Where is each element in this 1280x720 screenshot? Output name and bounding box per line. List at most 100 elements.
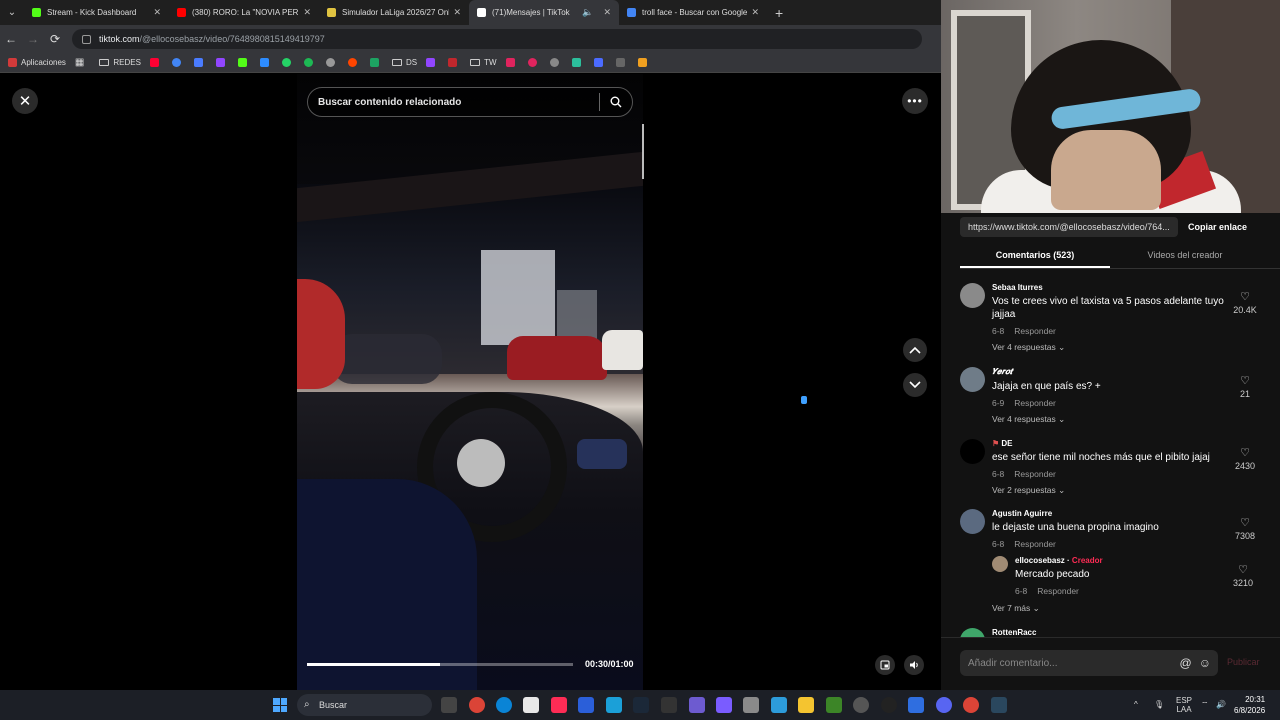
copy-link-button[interactable]: Copiar enlace [1188,222,1247,232]
view-replies-link[interactable]: Ver 2 respuestas [992,485,1056,495]
view-replies-link[interactable]: Ver 4 respuestas [992,414,1056,424]
app-icon[interactable] [771,697,787,713]
bookmark-folder-tw[interactable]: TW [470,58,497,67]
new-tab-button[interactable]: + [775,5,783,21]
translate-bookmark-icon[interactable] [193,58,203,67]
tab-comments[interactable]: Comentarios (523) [960,245,1110,268]
discord-icon[interactable] [936,697,952,713]
close-tab-icon[interactable]: ✕ [303,7,311,18]
avatar[interactable] [960,439,985,464]
bookmark-icon[interactable] [549,58,559,67]
avatar[interactable] [992,556,1008,572]
browser-tab[interactable]: (380) RORO: La "NOVIA PERFEC ✕ [169,0,319,25]
avatar[interactable] [960,283,985,308]
search-button[interactable] [600,96,632,108]
bookmark-icon[interactable] [325,58,335,67]
browser-tab[interactable]: Simulador LaLiga 2026/27 Onli ✕ [319,0,469,25]
chevron-up-icon[interactable]: ^ [1134,700,1138,709]
app-icon[interactable] [578,697,594,713]
bookmark-icon[interactable] [593,58,603,67]
bookmark-icon[interactable] [369,58,379,67]
bookmark-folder-redes[interactable]: REDES [99,58,141,67]
bookmark-apps[interactable]: Aplicaciones [8,58,66,67]
like-button[interactable]: ♡ 21 [1225,375,1265,399]
bookmark-icon[interactable] [615,58,625,67]
twitch-bookmark-icon[interactable] [426,58,436,67]
publish-button[interactable]: Publicar [1227,657,1260,667]
comment-author[interactable]: Sebaa Iturres [992,283,1240,292]
browser-tab[interactable]: Stream - Kick Dashboard ✕ [24,0,169,25]
close-tab-icon[interactable]: ✕ [751,7,759,18]
app-icon[interactable] [689,697,705,713]
avatar[interactable] [960,628,985,637]
close-tab-icon[interactable]: ✕ [453,7,461,18]
browser-tab-active[interactable]: (71)Mensajes | TikTok 🔈 ✕ [469,0,619,25]
comment-author[interactable]: RottenRacc [992,628,1240,637]
capcut-icon[interactable] [523,697,539,713]
like-button[interactable]: ♡ 7308 [1225,517,1265,541]
bookmark-icon[interactable] [448,58,458,67]
chrome-icon[interactable] [469,697,485,713]
bookmark-icon[interactable] [259,58,269,67]
tab-search-button[interactable]: ⌄ [0,7,24,18]
bookmark-icon[interactable] [505,58,515,67]
mute-tab-icon[interactable]: 🔈 [582,7,593,18]
comment-author[interactable]: 𝒀𝒆𝒓𝒐𝒕 [992,367,1240,377]
app-icon[interactable] [716,697,732,713]
system-clock[interactable]: 20:31 6/8/2026 [1234,694,1265,716]
previous-video-button[interactable] [903,338,927,362]
twitch-bookmark-icon[interactable] [215,58,225,67]
comment-author[interactable]: ellocosebasz · Creador [1015,556,1225,565]
browser-tab[interactable]: troll face - Buscar con Google ✕ [619,0,767,25]
app-icon[interactable] [908,697,924,713]
comment-input[interactable] [960,650,1180,676]
next-video-button[interactable] [903,373,927,397]
video-scrollbar[interactable] [642,124,644,179]
volume-button[interactable] [904,655,924,675]
bookmark-folder-ds[interactable]: DS [391,58,417,67]
calculator-icon[interactable] [743,697,759,713]
app-icon[interactable] [661,697,677,713]
like-button[interactable]: ♡ 20.4K [1225,291,1265,315]
like-button[interactable]: ♡ 3210 [1223,564,1263,588]
reply-button[interactable]: Responder [1014,398,1056,408]
wifi-icon[interactable]: ⌔ [1201,700,1209,709]
apps-grid-button[interactable]: ▦ [75,57,84,68]
mention-icon[interactable]: @ [1180,656,1192,670]
reply-button[interactable]: Responder [1014,539,1056,549]
more-options-button[interactable]: ••• [902,88,928,114]
url-bar[interactable]: tiktok.com /@ellocosebasz/video/76489808… [72,29,922,49]
language-indicator[interactable]: ESP LAA [1176,696,1192,714]
reload-button[interactable]: ⟳ [44,32,66,46]
file-explorer-icon[interactable] [798,697,814,713]
bookmark-icon[interactable] [571,58,581,67]
chrome-icon[interactable] [963,697,979,713]
related-search-input[interactable] [308,88,599,116]
close-tab-icon[interactable]: ✕ [153,7,161,18]
minecraft-icon[interactable] [826,697,842,713]
reddit-bookmark-icon[interactable] [347,58,357,67]
microphone-icon[interactable]: 🎙 [1154,700,1164,709]
bookmark-icon[interactable] [637,58,647,67]
close-tab-icon[interactable]: ✕ [603,7,611,18]
reply-button[interactable]: Responder [1037,586,1079,596]
avatar[interactable] [960,367,985,392]
close-video-button[interactable]: ✕ [12,88,38,114]
kick-bookmark-icon[interactable] [237,58,247,67]
forward-button[interactable]: → [22,32,44,46]
tiktok-icon[interactable] [551,697,567,713]
site-info-icon[interactable] [82,34,91,44]
back-button[interactable]: ← [0,32,22,46]
emoji-icon[interactable]: ☺ [1199,656,1211,670]
like-button[interactable]: ♡ 2430 [1225,447,1265,471]
task-view-icon[interactable] [441,697,457,713]
view-more-replies[interactable]: Ver 7 más ⌄ [992,603,1040,614]
avatar[interactable] [960,509,985,534]
taskbar-search[interactable]: ⌕ Buscar [297,694,432,716]
reply-button[interactable]: Responder [1014,469,1056,479]
view-replies-link[interactable]: Ver 4 respuestas [992,342,1056,352]
app-icon[interactable] [606,697,622,713]
google-bookmark-icon[interactable] [171,58,181,67]
edge-icon[interactable] [496,697,512,713]
bookmark-icon[interactable] [527,58,537,67]
